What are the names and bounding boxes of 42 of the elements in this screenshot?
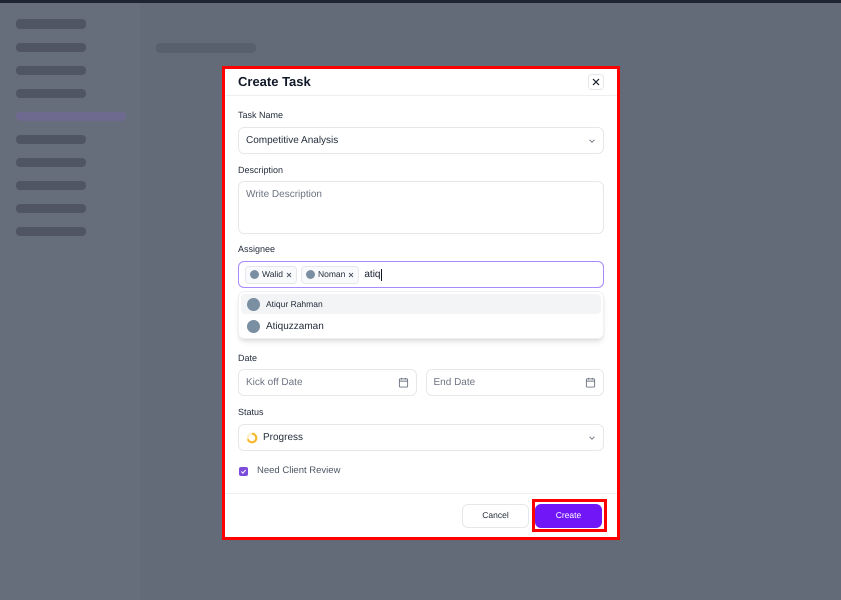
- logo-placeholder: [16, 19, 86, 29]
- nav-placeholder: [16, 181, 86, 190]
- assignee-chip: Walid: [245, 266, 297, 284]
- field-label: Description: [238, 165, 284, 176]
- field-label: Assignee: [238, 244, 276, 255]
- dialog-title: Create Task: [238, 73, 311, 92]
- end-date-field[interactable]: End Date: [426, 369, 604, 396]
- avatar: [247, 320, 260, 332]
- close-icon: [592, 78, 600, 86]
- nav-placeholder: [16, 89, 86, 98]
- cancel-button[interactable]: Cancel: [462, 504, 529, 528]
- nav-placeholder: [16, 204, 86, 213]
- start-date-field[interactable]: Kick off Date: [238, 369, 416, 396]
- checkbox-label: Need Client Review: [257, 464, 340, 478]
- create-button[interactable]: Create: [535, 504, 602, 528]
- chevron-down-icon: [588, 136, 596, 144]
- field-label: Date: [238, 353, 258, 364]
- avatar: [250, 270, 259, 279]
- nav-placeholder: [16, 43, 86, 52]
- close-button[interactable]: [588, 74, 604, 90]
- avatar: [306, 270, 315, 279]
- assignee-chip: Noman: [300, 266, 360, 284]
- task-name-select[interactable]: Competitive Analysis: [238, 127, 604, 154]
- nav-placeholder: [16, 135, 86, 144]
- suggestion-item[interactable]: Atiqur Rahman: [241, 294, 601, 314]
- chevron-down-icon: [588, 434, 596, 442]
- avatar: [247, 298, 260, 310]
- progress-ring-icon: [246, 432, 258, 444]
- review-checkbox[interactable]: [239, 466, 248, 476]
- description-field[interactable]: Write Description: [238, 181, 604, 234]
- field-label: Status: [238, 407, 265, 418]
- status-select[interactable]: Progress: [238, 424, 604, 451]
- calendar-icon: [398, 377, 408, 388]
- nav-placeholder: [16, 227, 86, 236]
- remove-icon[interactable]: [286, 272, 292, 278]
- remove-icon[interactable]: [348, 272, 354, 278]
- calendar-icon: [585, 377, 596, 388]
- nav-placeholder: [16, 66, 86, 75]
- assignee-query[interactable]: atiq: [364, 268, 382, 280]
- field-label: Task Name: [238, 110, 284, 121]
- assignee-field[interactable]: Walid Noman atiq: [238, 261, 604, 288]
- nav-placeholder: [16, 158, 86, 167]
